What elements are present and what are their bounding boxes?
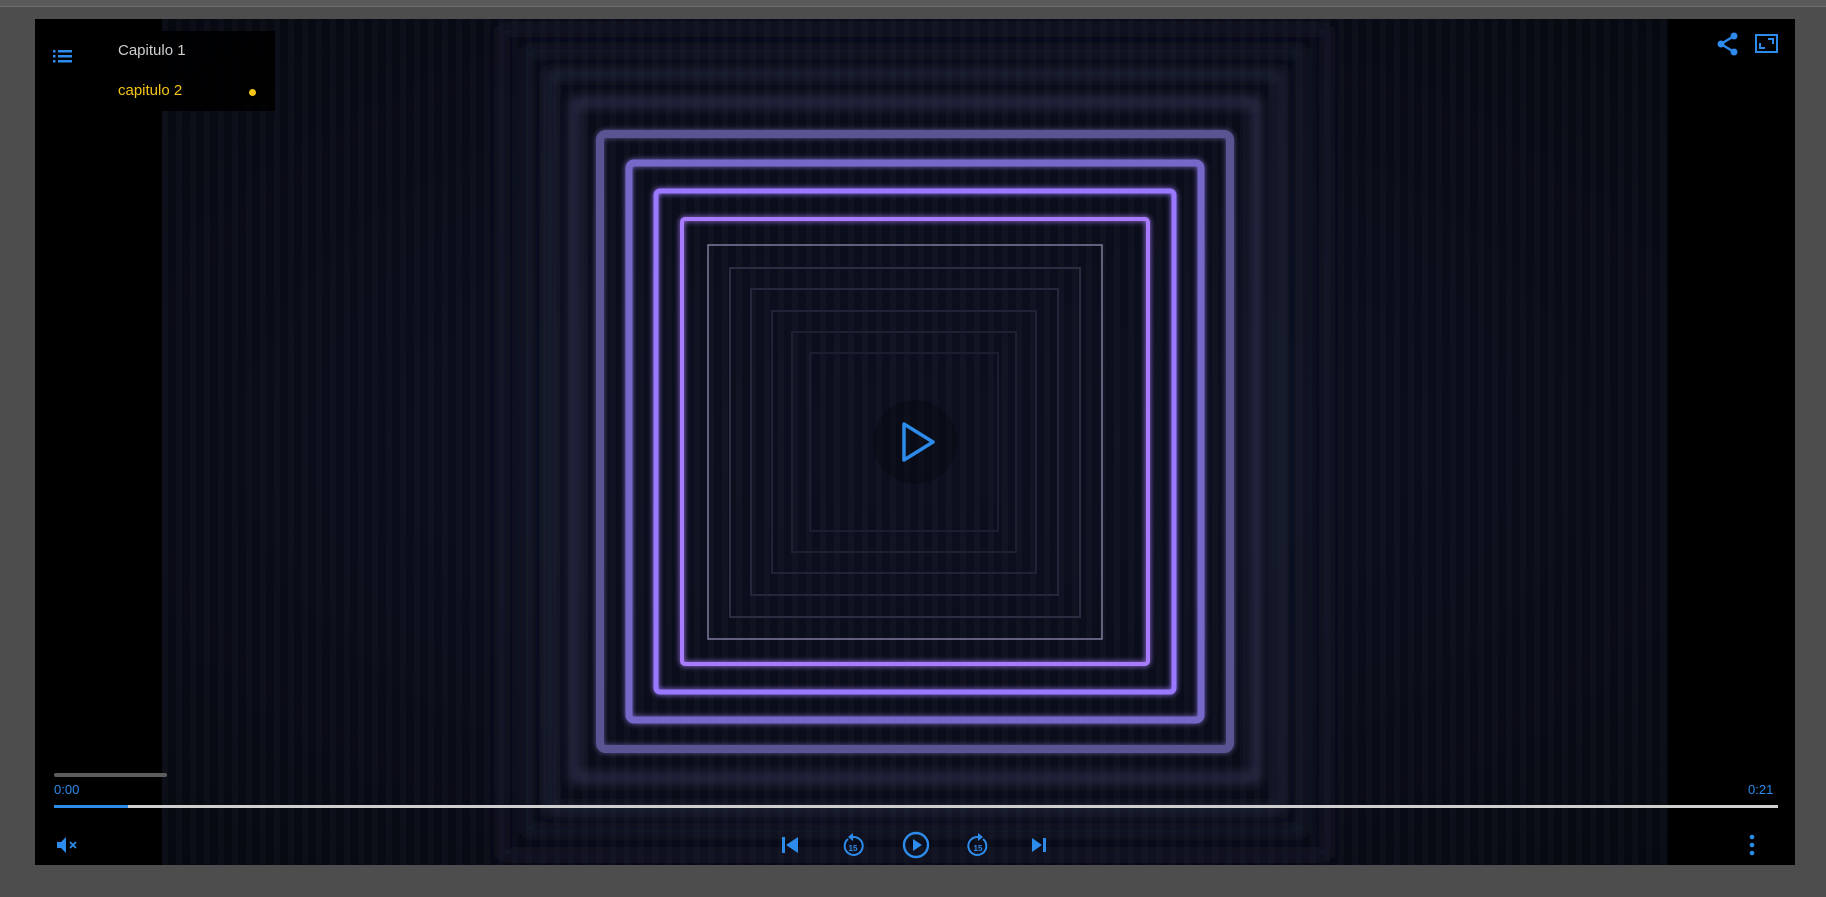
play-icon[interactable] [873, 400, 957, 484]
chapter-item-2[interactable]: capitulo 2 [118, 82, 182, 99]
active-chapter-dot [249, 89, 256, 96]
volume-muted-icon[interactable] [55, 834, 81, 856]
replay-15-icon[interactable]: 15 [840, 831, 866, 859]
current-time: 0:00 [54, 782, 80, 797]
chapter-item-1[interactable]: Capitulo 1 [118, 42, 186, 59]
skip-next-icon[interactable] [1029, 835, 1049, 855]
share-icon[interactable] [1715, 31, 1741, 57]
play-circle-icon[interactable] [901, 830, 931, 860]
video-player[interactable]: Capitulo 1 capitulo 2 0:00 0:21 15 15 [35, 19, 1795, 865]
svg-text:15: 15 [849, 844, 858, 853]
more-vertical-icon[interactable] [1745, 833, 1759, 857]
seek-bar[interactable] [54, 805, 1778, 808]
window-top-edge [0, 0, 1826, 7]
fullscreen-icon[interactable] [1754, 33, 1780, 55]
seek-bar-progress [54, 805, 129, 808]
skip-previous-icon[interactable] [779, 834, 801, 856]
forward-15-icon[interactable]: 15 [965, 831, 991, 859]
list-icon[interactable] [51, 47, 75, 67]
duration: 0:21 [1748, 782, 1774, 797]
svg-text:15: 15 [974, 844, 983, 853]
volume-level-bar[interactable] [54, 773, 167, 777]
